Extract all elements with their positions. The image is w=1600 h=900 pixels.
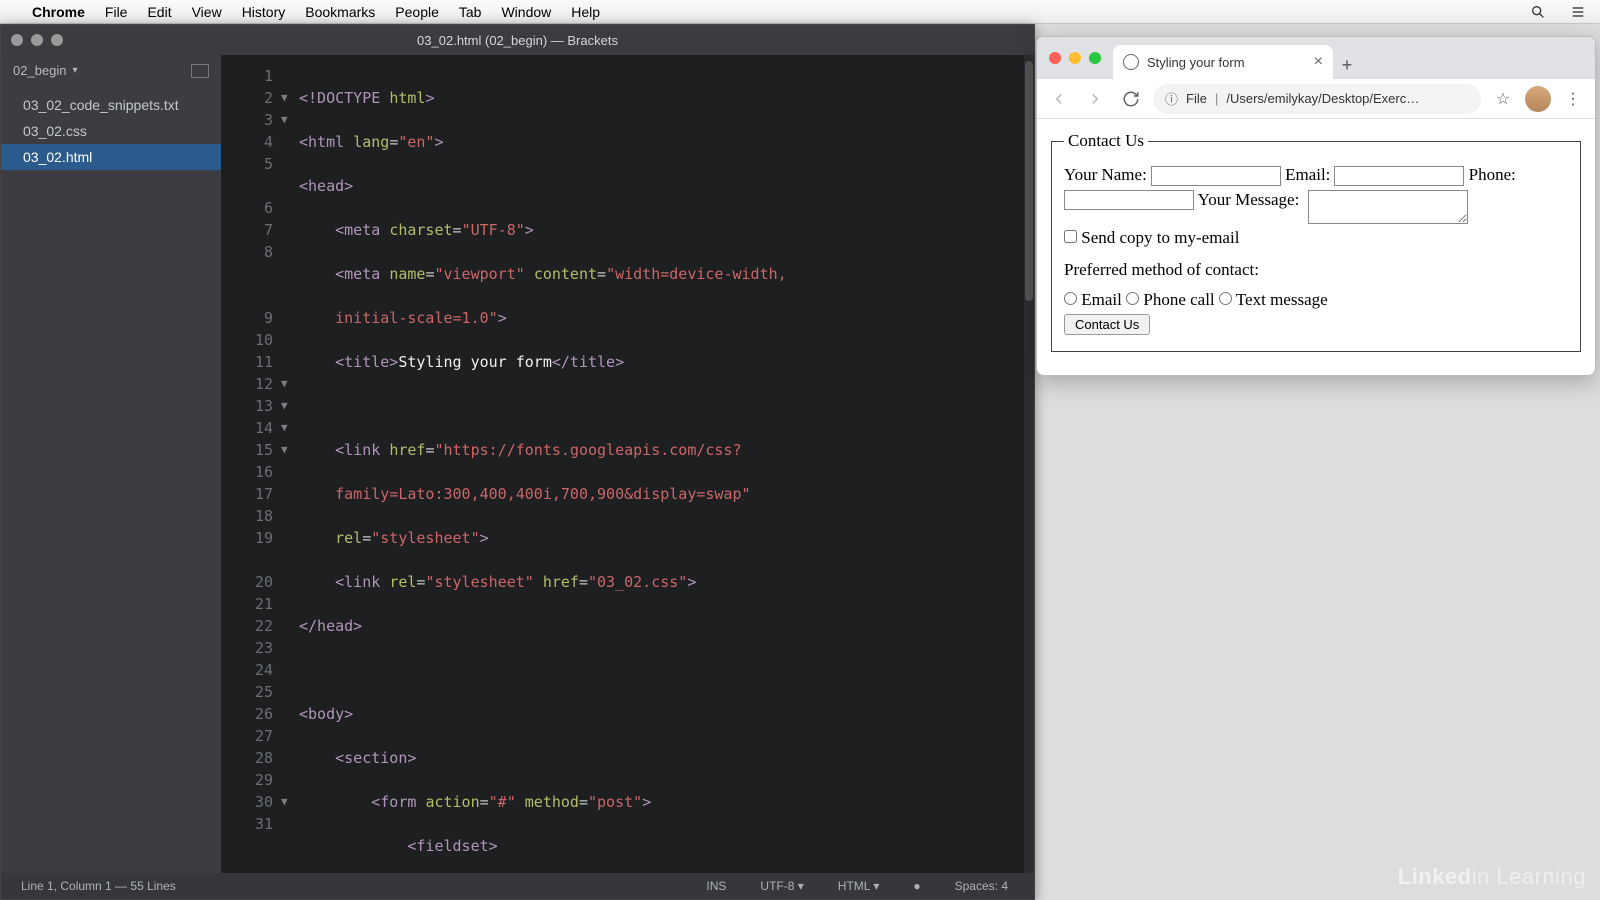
fold-gutter[interactable]: ▼▼▼▼▼▼▼ — [281, 55, 299, 873]
split-view-icon[interactable] — [191, 64, 209, 78]
url-scheme: File — [1186, 91, 1207, 106]
email-label: Email: — [1285, 165, 1330, 184]
lint-status-icon[interactable]: ● — [907, 879, 926, 893]
line-gutter: 1234567891011121314151617181920212223242… — [221, 55, 281, 873]
star-icon[interactable]: ☆ — [1489, 85, 1517, 113]
phone-label: Phone: — [1469, 165, 1516, 184]
watermark: Linkedin Learning — [1398, 864, 1586, 890]
menu-help[interactable]: Help — [571, 4, 600, 20]
submit-button[interactable]: Contact Us — [1064, 314, 1150, 335]
kebab-menu-icon[interactable]: ⋮ — [1559, 85, 1587, 113]
reload-icon[interactable] — [1117, 85, 1145, 113]
close-icon[interactable] — [1049, 52, 1061, 64]
minimize-icon[interactable] — [1069, 52, 1081, 64]
email-input[interactable] — [1334, 166, 1464, 186]
close-icon[interactable] — [11, 34, 23, 46]
new-tab-button[interactable]: + — [1333, 51, 1361, 79]
profile-avatar[interactable] — [1525, 86, 1551, 112]
insert-mode[interactable]: INS — [700, 879, 732, 893]
menu-view[interactable]: View — [192, 4, 222, 20]
menu-tab[interactable]: Tab — [459, 4, 482, 20]
copy-email-checkbox[interactable] — [1064, 230, 1077, 243]
language-mode[interactable]: HTML ▾ — [832, 879, 886, 893]
message-textarea[interactable] — [1308, 190, 1468, 224]
address-bar[interactable]: ⓘ File | /Users/emilykay/Desktop/Exerc… — [1153, 84, 1481, 114]
forward-icon[interactable] — [1081, 85, 1109, 113]
scrollbar[interactable] — [1024, 55, 1034, 873]
close-tab-icon[interactable]: × — [1314, 54, 1323, 70]
globe-icon — [1123, 54, 1139, 70]
preferred-contact-label: Preferred method of contact: — [1064, 260, 1568, 280]
info-icon[interactable]: ⓘ — [1165, 89, 1178, 108]
spotlight-icon[interactable] — [1528, 4, 1548, 20]
chrome-window: Styling your form × + ⓘ File | /Users/em… — [1036, 36, 1596, 376]
message-label: Your Message: — [1198, 190, 1300, 209]
macos-menubar: Chrome File Edit View History Bookmarks … — [0, 0, 1600, 24]
menu-edit[interactable]: Edit — [147, 4, 171, 20]
status-bar: Line 1, Column 1 — 55 Lines INS UTF-8 ▾ … — [1, 873, 1034, 899]
menu-bookmarks[interactable]: Bookmarks — [305, 4, 375, 20]
copy-email-label: Send copy to my-email — [1081, 228, 1239, 247]
scroll-thumb[interactable] — [1025, 61, 1033, 301]
code-content[interactable]: <!DOCTYPE html> <html lang="en"> <head> … — [299, 55, 1034, 873]
zoom-icon[interactable] — [51, 34, 63, 46]
radio-text[interactable] — [1219, 292, 1232, 305]
radio-email[interactable] — [1064, 292, 1077, 305]
menu-file[interactable]: File — [105, 4, 128, 20]
menu-people[interactable]: People — [395, 4, 439, 20]
app-name[interactable]: Chrome — [32, 4, 85, 20]
project-name: 02_begin — [13, 63, 67, 78]
chevron-down-icon: ▾ — [73, 65, 78, 76]
radio-phone[interactable] — [1126, 292, 1139, 305]
file-item[interactable]: 03_02.css — [1, 118, 221, 144]
file-item[interactable]: 03_02.html — [1, 144, 221, 170]
zoom-icon[interactable] — [1089, 52, 1101, 64]
code-editor[interactable]: 1234567891011121314151617181920212223242… — [221, 55, 1034, 873]
brackets-window: 03_02.html (02_begin) — Brackets 02_begi… — [0, 24, 1035, 900]
cursor-position: Line 1, Column 1 — 55 Lines — [21, 879, 176, 893]
sidebar: 02_begin ▾ 03_02_code_snippets.txt 03_02… — [1, 55, 221, 873]
page-content: Contact Us Your Name: Email: Phone: Your… — [1037, 119, 1595, 375]
indent-setting[interactable]: Spaces: 4 — [949, 879, 1014, 893]
project-dropdown[interactable]: 02_begin ▾ — [1, 55, 221, 86]
menu-window[interactable]: Window — [501, 4, 551, 20]
name-label: Your Name: — [1064, 165, 1147, 184]
form-fieldset: Contact Us Your Name: Email: Phone: Your… — [1051, 131, 1581, 352]
window-title: 03_02.html (02_begin) — Brackets — [417, 33, 618, 48]
chrome-toolbar: ⓘ File | /Users/emilykay/Desktop/Exerc… … — [1037, 79, 1595, 119]
minimize-icon[interactable] — [31, 34, 43, 46]
encoding[interactable]: UTF-8 ▾ — [754, 879, 809, 893]
name-input[interactable] — [1151, 166, 1281, 186]
back-icon[interactable] — [1045, 85, 1073, 113]
menu-history[interactable]: History — [242, 4, 286, 20]
tab-title: Styling your form — [1147, 55, 1245, 70]
url-text: /Users/emilykay/Desktop/Exerc… — [1226, 91, 1419, 106]
chrome-tabstrip: Styling your form × + — [1037, 37, 1595, 79]
file-item[interactable]: 03_02_code_snippets.txt — [1, 92, 221, 118]
phone-input[interactable] — [1064, 190, 1194, 210]
menu-list-icon[interactable] — [1568, 4, 1588, 20]
form-legend: Contact Us — [1064, 131, 1148, 151]
brackets-titlebar[interactable]: 03_02.html (02_begin) — Brackets — [1, 25, 1034, 55]
browser-tab[interactable]: Styling your form × — [1113, 45, 1333, 79]
